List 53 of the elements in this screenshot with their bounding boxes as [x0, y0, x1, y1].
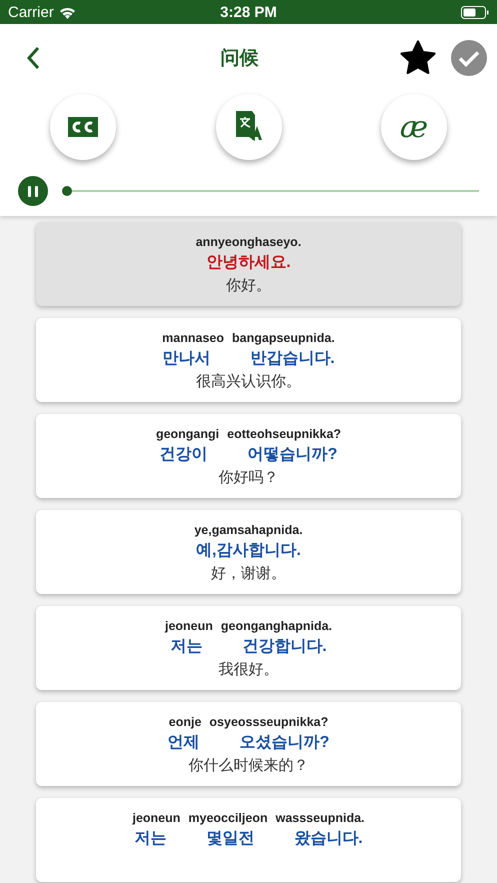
korean-word: 저는	[170, 637, 202, 657]
translation-text: 好，谢谢。	[211, 564, 286, 583]
romanization-word: ye,gamsahapnida.	[194, 523, 303, 537]
korean-word: 왔습니다.	[294, 829, 363, 849]
romanization-word: annyeonghaseyo.	[196, 235, 302, 249]
phonetic-button[interactable]: æ	[381, 94, 447, 160]
carrier-label: Carrier	[8, 4, 54, 20]
translate-icon	[234, 110, 264, 144]
phrase-card[interactable]: mannaseo bangapseupnida. 만나서 반갑습니다. 很高兴认识你。	[36, 318, 461, 402]
romanization-word: myeocciljeon	[188, 811, 268, 825]
clock-label: 3:28 PM	[219, 4, 278, 20]
romanization-word: eotteohseupnikka?	[227, 427, 342, 441]
romanization-word: eonje	[168, 715, 202, 729]
romanization-word: jeoneun	[132, 811, 180, 825]
korean-word: 언제	[168, 733, 200, 753]
translation-text: 很高兴认识你。	[196, 372, 301, 391]
korean-word: 오셨습니까?	[240, 733, 330, 753]
translation-text: 你好吗？	[218, 468, 278, 487]
korean-word: 건강이	[160, 445, 208, 465]
romanization-word: geonganghapnida.	[220, 619, 332, 633]
translate-button[interactable]	[216, 94, 282, 160]
phrase-card[interactable]: geongangi eotteohseupnikka? 건강이 어떻습니까? 你好吗？	[36, 414, 461, 498]
romanization-word: mannaseo	[162, 331, 224, 345]
captions-button[interactable]	[50, 94, 116, 160]
phrase-card[interactable]: annyeonghaseyo. 안녕하세요. 你好。	[36, 222, 461, 306]
korean-word: 반갑습니다.	[250, 349, 335, 369]
favorite-star-button[interactable]	[399, 40, 437, 76]
phrase-card[interactable]: jeoneun geonganghapnida. 저는 건강합니다. 我很好。	[36, 606, 461, 690]
korean-word: 예,감사합니다.	[196, 541, 301, 561]
romanization-word: jeoneun	[164, 619, 213, 633]
wifi-icon	[58, 6, 76, 18]
translation-text: 我很好。	[218, 660, 278, 679]
phrase-card[interactable]: jeoneun myeocciljeon wassseupnida. 저는 몇일전 왔습니다.	[36, 798, 461, 882]
korean-word: 건강합니다.	[242, 637, 327, 657]
korean-word: 몇일전	[206, 829, 254, 849]
phrase-card[interactable]: ye,gamsahapnida. 예,감사합니다. 好，谢谢。	[36, 510, 461, 594]
korean-word: 저는	[134, 829, 166, 849]
romanization-word: bangapseupnida.	[232, 331, 335, 345]
korean-word: 만나서	[162, 349, 210, 369]
battery-icon	[460, 6, 489, 18]
phrase-card[interactable]: eonje osyeossseupnikka? 언제 오셨습니까? 你什么时候来的？	[36, 702, 461, 786]
translation-text: 你好。	[226, 276, 271, 295]
romanization-word: osyeossseupnikka?	[209, 715, 328, 729]
page-title: 问候	[220, 47, 260, 71]
progress-handle[interactable]	[62, 186, 72, 196]
korean-word: 안녕하세요.	[206, 253, 291, 273]
romanization-word: geongangi	[156, 427, 220, 441]
captions-icon	[67, 115, 99, 139]
korean-word: 어떻습니까?	[248, 445, 338, 465]
romanization-word: wassseupnida.	[276, 811, 365, 825]
translation-text: 你什么时候来的？	[188, 756, 308, 775]
pause-button[interactable]	[18, 176, 48, 206]
back-icon	[26, 46, 40, 70]
